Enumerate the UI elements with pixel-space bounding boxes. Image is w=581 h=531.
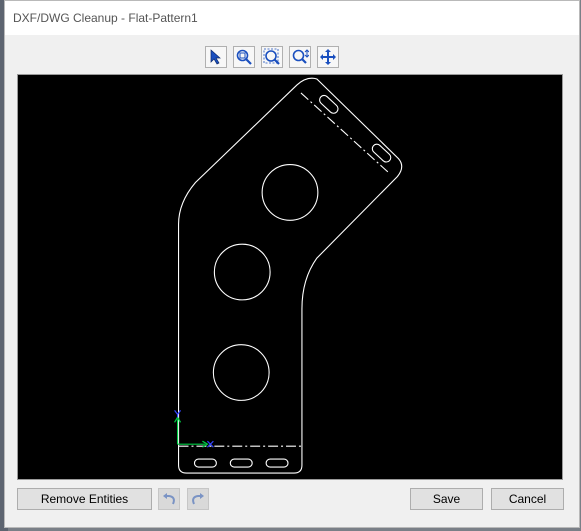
- slots: [193, 94, 392, 468]
- redo-icon: [192, 493, 204, 505]
- flat-pattern-drawing: [174, 77, 403, 474]
- zoom-in-out-icon: [292, 49, 309, 64]
- pan-button[interactable]: [317, 46, 339, 68]
- drawing-viewport[interactable]: [17, 74, 563, 480]
- cancel-button[interactable]: Cancel: [491, 488, 564, 510]
- dialog-window: DXF/DWG Cleanup - Flat-Pattern1 Remove E…: [4, 0, 580, 528]
- redo-button[interactable]: [187, 488, 209, 510]
- select-tool-button[interactable]: [205, 46, 227, 68]
- zoom-area-button[interactable]: [261, 46, 283, 68]
- view-toolbar: [205, 46, 339, 70]
- zoom-fit-icon: [236, 49, 252, 65]
- pan-icon: [320, 49, 336, 65]
- title-bar: DXF/DWG Cleanup - Flat-Pattern1: [5, 1, 579, 35]
- zoom-in-out-button[interactable]: [289, 46, 311, 68]
- part-outline: [178, 77, 403, 474]
- remove-entities-button[interactable]: Remove Entities: [17, 488, 152, 510]
- window-title: DXF/DWG Cleanup - Flat-Pattern1: [13, 11, 198, 25]
- save-button[interactable]: Save: [410, 488, 483, 510]
- undo-button[interactable]: [158, 488, 180, 510]
- select-icon: [210, 49, 221, 65]
- zoom-fit-button[interactable]: [233, 46, 255, 68]
- zoom-area-icon: [263, 48, 280, 65]
- undo-icon: [163, 493, 175, 505]
- origin-axes: [174, 409, 214, 448]
